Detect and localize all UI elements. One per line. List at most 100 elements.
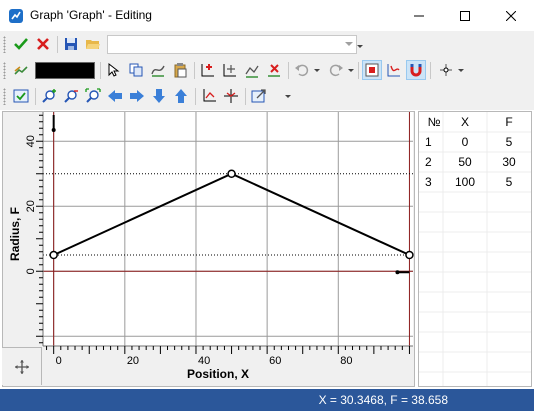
axes-icon <box>203 89 216 102</box>
move-point-button[interactable] <box>220 60 240 80</box>
save-button[interactable] <box>61 34 81 54</box>
zoom-in-button[interactable] <box>39 86 59 106</box>
toolbar-row-2 <box>0 58 534 83</box>
table-cell[interactable]: 30 <box>487 152 531 172</box>
title-bar: Graph 'Graph' - Editing <box>0 0 534 31</box>
x-tick-label: 80 <box>340 355 352 367</box>
add-point-button[interactable] <box>198 60 218 80</box>
pan-down-button[interactable] <box>149 86 169 106</box>
zoom-out-button[interactable] <box>61 86 81 106</box>
redo-button[interactable] <box>326 60 346 80</box>
cancel-icon <box>37 38 49 50</box>
pen-tool-icon <box>14 66 28 75</box>
export-icon <box>251 89 266 103</box>
chart-canvas[interactable]: 0 20 40 0 20 40 60 80 Position, X Radius, F <box>3 112 414 386</box>
toolbar-row-1 <box>0 32 534 57</box>
separator <box>288 62 289 79</box>
paste-button[interactable] <box>170 60 190 80</box>
zoom-fit-icon <box>85 88 101 103</box>
table-cell[interactable]: 1 <box>419 132 443 152</box>
maximize-button[interactable] <box>442 0 488 31</box>
toolbar-grip[interactable] <box>3 36 6 53</box>
snap-grid-button[interactable] <box>362 60 382 80</box>
copy-button[interactable] <box>126 60 146 80</box>
export-dropdown-icon[interactable] <box>285 95 291 98</box>
properties-icon <box>13 89 29 103</box>
center-button[interactable] <box>221 86 241 106</box>
toolbar-grip[interactable] <box>3 88 6 105</box>
chart-panel[interactable]: 0 20 40 0 20 40 60 80 Position, X Radius, F <box>2 111 415 387</box>
maximize-icon <box>460 10 470 21</box>
pan-up-button[interactable] <box>171 86 191 106</box>
column-header-index[interactable]: № <box>419 112 443 132</box>
data-point[interactable] <box>405 250 414 260</box>
smooth-button[interactable] <box>148 60 168 80</box>
table-cell[interactable]: 5 <box>487 132 531 152</box>
center-icon <box>224 89 238 103</box>
select-button[interactable] <box>104 60 124 80</box>
export-button[interactable] <box>249 86 269 106</box>
points-grid[interactable]: № X F 1 0 5 2 50 30 3 100 5 <box>419 112 531 192</box>
accept-icon <box>14 38 28 50</box>
column-header-f[interactable]: F <box>487 112 531 132</box>
undo-button[interactable] <box>292 60 312 80</box>
snap-grid-icon <box>365 63 379 77</box>
pen-tool-button[interactable] <box>11 60 31 80</box>
zoom-fit-button[interactable] <box>83 86 103 106</box>
pan-left-button[interactable] <box>105 86 125 106</box>
close-button[interactable] <box>488 0 534 31</box>
toolbar-overflow-icon[interactable] <box>357 45 363 48</box>
table-cell[interactable]: 2 <box>419 152 443 172</box>
data-point[interactable] <box>49 250 58 260</box>
separator <box>245 88 246 105</box>
table-cell[interactable]: 50 <box>443 152 487 172</box>
redo-dropdown-icon[interactable] <box>348 69 354 72</box>
open-button[interactable] <box>83 34 103 54</box>
y-tick-label: 0 <box>25 268 37 274</box>
add-point-icon <box>201 64 214 77</box>
delete-point-button[interactable] <box>264 60 284 80</box>
toolbar-grip[interactable] <box>3 62 6 79</box>
cancel-button[interactable] <box>33 34 53 54</box>
x-tick-label: 0 <box>56 355 62 367</box>
cursor-coordinates: X = 30.3468, F = 38.658 <box>318 393 448 407</box>
graph-combo[interactable] <box>107 35 357 54</box>
pan-corner[interactable] <box>2 347 42 385</box>
column-header-x[interactable]: X <box>443 112 487 132</box>
point-menu-button[interactable] <box>436 60 456 80</box>
move-point-icon <box>223 64 236 77</box>
move-icon <box>14 359 29 374</box>
table-cell[interactable]: 100 <box>443 172 487 192</box>
minimize-button[interactable] <box>396 0 442 31</box>
open-folder-icon <box>86 40 100 49</box>
table-header-row: № X F <box>419 112 531 132</box>
table-cell[interactable]: 0 <box>443 132 487 152</box>
line-color-swatch[interactable] <box>35 62 95 79</box>
magnet-icon <box>410 64 422 77</box>
end-marker-dot <box>395 270 400 275</box>
select-arrow-icon <box>108 62 120 77</box>
y-tick-label: 40 <box>25 135 37 147</box>
axes-button[interactable] <box>199 86 219 106</box>
data-point[interactable] <box>227 169 236 178</box>
table-row[interactable]: 2 50 30 <box>419 152 531 172</box>
table-cell[interactable]: 3 <box>419 172 443 192</box>
plot-area[interactable] <box>43 112 413 346</box>
table-cell[interactable]: 5 <box>487 172 531 192</box>
undo-dropdown-icon[interactable] <box>314 69 320 72</box>
point-menu-icon <box>440 64 452 76</box>
separator <box>35 88 36 105</box>
table-row[interactable]: 1 0 5 <box>419 132 531 152</box>
point-menu-dropdown-icon[interactable] <box>458 69 464 72</box>
accept-button[interactable] <box>11 34 31 54</box>
edit-point-button[interactable] <box>242 60 262 80</box>
arrow-down-icon <box>153 89 165 103</box>
table-row[interactable]: 3 100 5 <box>419 172 531 192</box>
points-table[interactable]: № X F 1 0 5 2 50 30 3 100 5 <box>418 111 532 387</box>
copy-icon <box>129 63 143 77</box>
pan-right-button[interactable] <box>127 86 147 106</box>
snap-point-button[interactable] <box>384 60 404 80</box>
delete-point-icon <box>268 64 280 77</box>
properties-button[interactable] <box>11 86 31 106</box>
magnet-button[interactable] <box>406 60 426 80</box>
